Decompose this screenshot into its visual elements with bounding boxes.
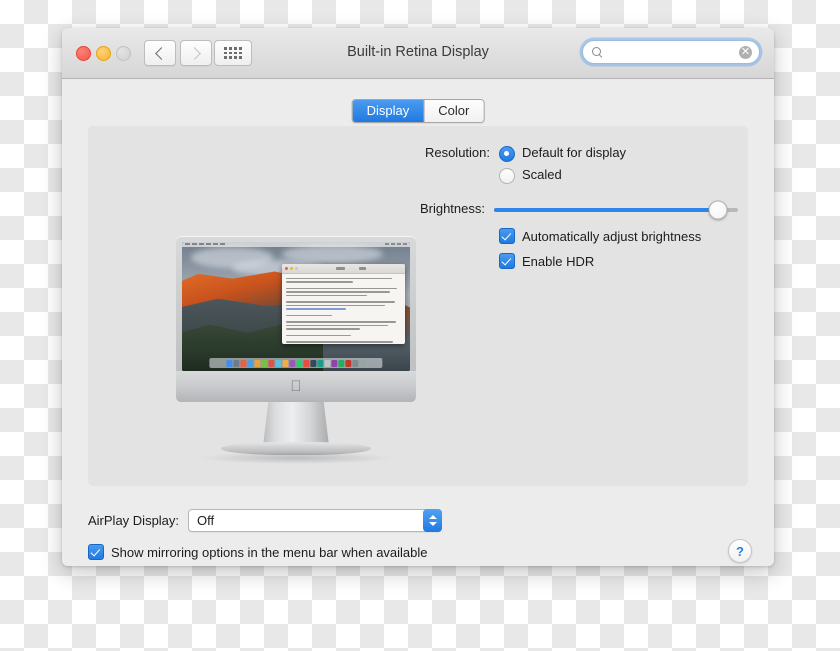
brightness-label: Brightness: <box>419 201 485 216</box>
search-input[interactable] <box>608 44 739 60</box>
checkbox-icon[interactable] <box>499 228 515 244</box>
radio-default-for-display[interactable]: Default for display <box>499 144 626 162</box>
preview-menubar-items <box>185 243 225 245</box>
show-all-button[interactable] <box>214 40 252 66</box>
display-controls: Resolution: Default for display Scaled B… <box>398 144 738 278</box>
zoom-button <box>116 46 131 61</box>
checkbox-enable-hdr[interactable]: Enable HDR <box>499 253 738 269</box>
grid-icon <box>224 47 242 59</box>
help-button[interactable]: ? <box>728 539 752 563</box>
display-preview-image:  <box>176 236 416 476</box>
navigation-buttons <box>144 40 212 66</box>
radio-button-icon[interactable] <box>499 146 515 162</box>
preview-document-window <box>282 263 406 344</box>
brightness-row: Brightness: <box>398 200 738 219</box>
imac-shadow <box>201 452 391 464</box>
minimize-button[interactable] <box>96 46 111 61</box>
search-field[interactable]: ✕ <box>582 40 760 64</box>
radio-label: Scaled <box>522 167 562 182</box>
chevron-right-icon <box>188 46 201 60</box>
checkbox-auto-brightness[interactable]: Automatically adjust brightness <box>499 228 738 244</box>
preview-menubar <box>182 242 410 247</box>
airplay-row: AirPlay Display: Off <box>88 509 443 532</box>
tab-color[interactable]: Color <box>424 100 484 122</box>
checkbox-show-mirroring-options[interactable]: Show mirroring options in the menu bar w… <box>88 544 428 560</box>
brightness-slider-fill <box>494 207 719 212</box>
imac-chin:  <box>176 371 416 402</box>
resolution-label: Resolution: <box>424 145 490 160</box>
imac-screen <box>182 242 410 371</box>
back-button[interactable] <box>144 40 176 66</box>
apple-logo-icon:  <box>290 379 301 394</box>
brightness-slider[interactable] <box>494 200 738 219</box>
airplay-label: AirPlay Display: <box>88 513 180 528</box>
airplay-selected-value: Off <box>197 513 215 528</box>
resolution-row: Resolution: Default for display Scaled <box>398 144 738 188</box>
checkbox-label: Automatically adjust brightness <box>522 228 702 244</box>
search-icon <box>592 46 603 58</box>
tab-bar: Display Color <box>351 99 485 123</box>
radio-label: Default for display <box>522 145 627 160</box>
radio-button-icon[interactable] <box>499 168 515 184</box>
clear-search-icon[interactable]: ✕ <box>739 45 752 59</box>
tab-display[interactable]: Display <box>352 100 425 122</box>
chevron-left-icon <box>155 46 168 60</box>
window-body: Display Color Resolution: Default for di… <box>62 79 774 566</box>
checkbox-label: Enable HDR <box>522 253 595 269</box>
radio-scaled[interactable]: Scaled <box>499 166 626 184</box>
close-button[interactable] <box>76 46 91 61</box>
chevron-down-icon <box>428 522 437 526</box>
display-settings-panel:  Resolution: Default for display <box>88 126 748 486</box>
brightness-slider-knob[interactable] <box>708 200 728 219</box>
chevron-up-icon <box>428 515 437 519</box>
checkbox-icon[interactable] <box>88 544 104 560</box>
airplay-dropdown[interactable]: Off <box>188 509 443 532</box>
imac-stand-neck <box>263 402 329 446</box>
resolution-options: Default for display Scaled <box>499 144 626 188</box>
system-preferences-window: Built-in Retina Display ✕ Display Color <box>62 28 774 566</box>
dropdown-stepper-icon[interactable] <box>423 509 443 532</box>
preview-dock <box>209 358 383 368</box>
checkbox-label: Show mirroring options in the menu bar w… <box>111 544 428 560</box>
window-titlebar: Built-in Retina Display ✕ <box>62 28 774 79</box>
search-field-wrapper: ✕ <box>582 40 760 64</box>
screenshot-canvas: Built-in Retina Display ✕ Display Color <box>0 0 840 651</box>
imac-bezel <box>176 236 416 384</box>
preview-document-toolbar <box>282 263 406 274</box>
forward-button <box>180 40 212 66</box>
desktop-wallpaper <box>182 242 410 371</box>
preview-document-text <box>282 274 405 344</box>
checkbox-icon[interactable] <box>499 253 515 269</box>
